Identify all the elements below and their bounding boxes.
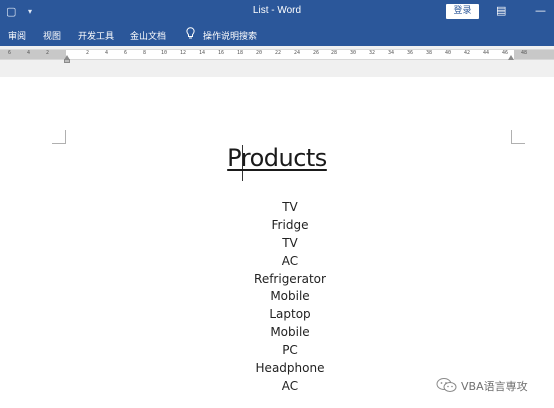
ruler-number: 22 bbox=[275, 50, 282, 56]
ribbon-display-options-icon[interactable]: ▤ bbox=[496, 4, 506, 17]
ruler-number: 48 bbox=[521, 50, 528, 56]
list-item[interactable]: Mobile bbox=[0, 324, 554, 342]
ruler-number: 26 bbox=[313, 50, 320, 56]
margin-corner-top-left bbox=[52, 130, 66, 144]
watermark-text: VBA语言専攻 bbox=[461, 380, 528, 393]
ruler-number: 40 bbox=[445, 50, 452, 56]
list-item[interactable]: TV bbox=[0, 199, 554, 217]
ruler-number: 20 bbox=[256, 50, 263, 56]
ruler-number: 6 bbox=[124, 50, 128, 56]
left-indent-marker[interactable] bbox=[64, 59, 70, 63]
ruler-number: 2 bbox=[86, 50, 90, 56]
lightbulb-icon bbox=[186, 27, 195, 39]
ruler-number: 44 bbox=[483, 50, 490, 56]
ruler-number: 28 bbox=[331, 50, 338, 56]
ruler-number: 24 bbox=[294, 50, 301, 56]
ruler-number: 42 bbox=[464, 50, 471, 56]
list-item[interactable]: Refrigerator bbox=[0, 271, 554, 289]
list-item[interactable]: TV bbox=[0, 235, 554, 253]
ruler-number: 4 bbox=[105, 50, 109, 56]
tab-developer[interactable]: 开发工具 bbox=[78, 29, 114, 42]
ruler-number: 30 bbox=[350, 50, 357, 56]
list-item[interactable]: Mobile bbox=[0, 288, 554, 306]
tab-view[interactable]: 视图 bbox=[43, 29, 61, 42]
list-item[interactable]: PC bbox=[0, 342, 554, 360]
ruler-number: 12 bbox=[180, 50, 187, 56]
ribbon-tabs: 审阅 视图 开发工具 金山文档 操作说明搜索 bbox=[0, 24, 554, 46]
ruler-right-margin bbox=[514, 50, 554, 59]
tell-me-search[interactable]: 操作说明搜索 bbox=[203, 29, 257, 42]
ruler-number: 14 bbox=[199, 50, 206, 56]
minimize-icon[interactable]: — bbox=[535, 4, 546, 17]
title-bar: ▢ ▾ List - Word 登录 ▤ — bbox=[0, 0, 554, 24]
tab-kingsoft-docs[interactable]: 金山文档 bbox=[130, 29, 166, 42]
list-item[interactable]: Laptop bbox=[0, 306, 554, 324]
ruler-number: 38 bbox=[426, 50, 433, 56]
login-button[interactable]: 登录 bbox=[446, 4, 479, 19]
product-list: TV Fridge TV AC Refrigerator Mobile Lapt… bbox=[0, 199, 554, 396]
tab-review[interactable]: 审阅 bbox=[8, 29, 26, 42]
ruler-area: 6 4 2 2 4 6 8 10 12 14 16 18 20 22 24 26… bbox=[0, 46, 554, 77]
ruler-number: 10 bbox=[161, 50, 168, 56]
ruler-number: 18 bbox=[237, 50, 244, 56]
margin-corner-top-right bbox=[511, 130, 525, 144]
right-indent-marker[interactable] bbox=[508, 55, 514, 60]
wechat-icon bbox=[436, 378, 457, 392]
horizontal-ruler[interactable]: 6 4 2 2 4 6 8 10 12 14 16 18 20 22 24 26… bbox=[0, 49, 554, 60]
ruler-number: 6 bbox=[8, 50, 12, 56]
ruler-number: 32 bbox=[369, 50, 376, 56]
ruler-number: 36 bbox=[407, 50, 414, 56]
ruler-number: 34 bbox=[388, 50, 395, 56]
document-heading[interactable]: Products bbox=[0, 144, 554, 172]
ruler-number: 2 bbox=[46, 50, 50, 56]
ruler-number: 4 bbox=[27, 50, 31, 56]
list-item[interactable]: AC bbox=[0, 253, 554, 271]
list-item[interactable]: Fridge bbox=[0, 217, 554, 235]
ruler-number: 16 bbox=[218, 50, 225, 56]
list-item[interactable]: Headphone bbox=[0, 360, 554, 378]
ruler-number: 8 bbox=[143, 50, 147, 56]
